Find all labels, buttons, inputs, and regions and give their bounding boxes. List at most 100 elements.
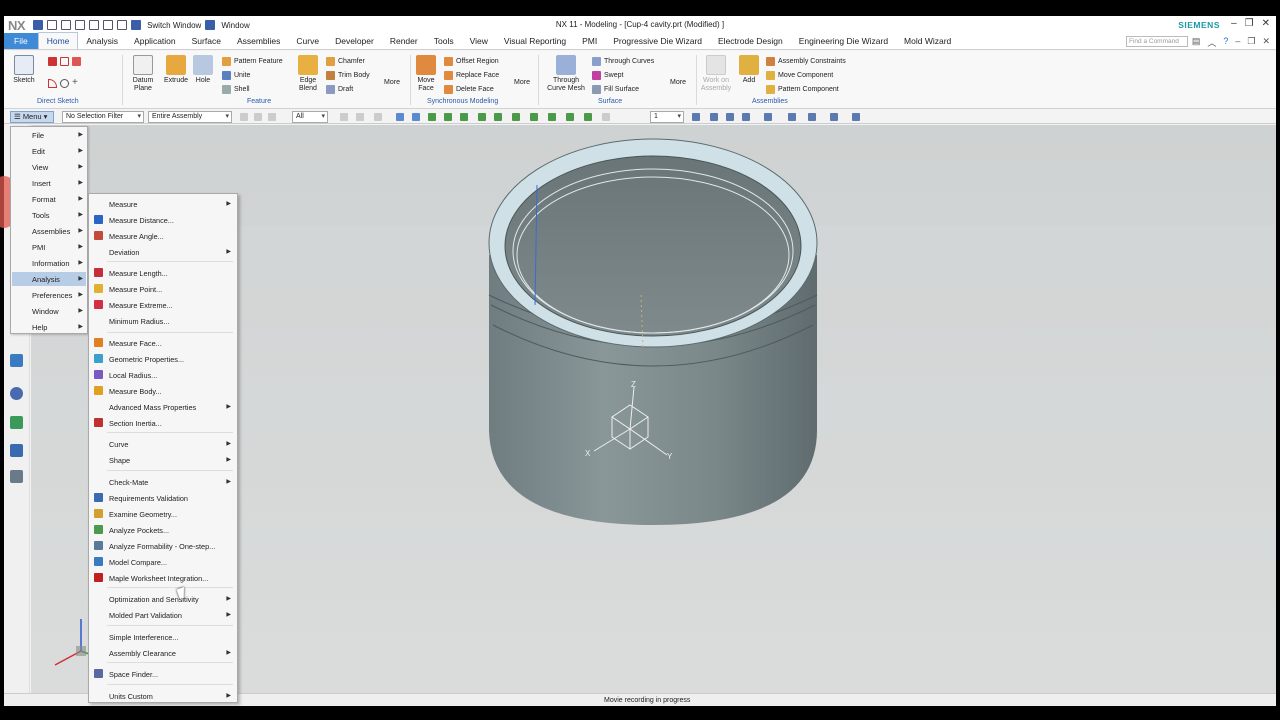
doc-restore-icon[interactable]: ❐ (1247, 36, 1255, 49)
draft-button[interactable]: Draft (326, 85, 353, 94)
select-icon[interactable] (254, 113, 262, 121)
analysis-item-measure-length[interactable]: Measure Length... (90, 266, 236, 280)
pattern-component-button[interactable]: Pattern Component (766, 85, 839, 94)
analysis-item-check-mate[interactable]: Check-Mate ▶ (90, 475, 236, 489)
analysis-item-measure-distance[interactable]: Measure Distance... (90, 213, 236, 227)
window-icon[interactable] (205, 20, 216, 30)
menu-window[interactable]: Window ▶ (12, 304, 86, 318)
deselect-all-icon[interactable] (240, 113, 248, 121)
profile-icon[interactable] (48, 57, 57, 66)
tab-pmi[interactable]: PMI (574, 36, 605, 49)
analysis-item-local-radius[interactable]: Local Radius... (90, 368, 236, 382)
menu-help[interactable]: Help ▶ (12, 320, 86, 334)
analysis-item-measure-body[interactable]: Measure Body... (90, 384, 236, 398)
tab-engineering-die-wizard[interactable]: Engineering Die Wizard (791, 36, 896, 49)
filter-icon[interactable] (268, 113, 276, 121)
minimize-icon[interactable]: – (1231, 18, 1237, 29)
line-icon[interactable] (72, 57, 81, 66)
history-icon[interactable] (10, 387, 23, 400)
rotate-icon[interactable] (726, 113, 734, 121)
analysis-item-model-compare[interactable]: Model Compare... (90, 555, 236, 569)
menu-pmi[interactable]: PMI ▶ (12, 240, 86, 254)
save-icon[interactable] (33, 20, 44, 30)
reuse-library-icon[interactable] (10, 444, 23, 457)
snap-settings-icon[interactable] (602, 113, 610, 121)
redo-icon[interactable] (61, 20, 72, 30)
selection-filter-dropdown[interactable]: No Selection Filter (62, 111, 144, 123)
menu-format[interactable]: Format ▶ (12, 192, 86, 206)
menu-file[interactable]: File ▶ (12, 128, 86, 142)
analysis-item-analyze-formability-one-step[interactable]: Analyze Formability - One-step... (90, 539, 236, 553)
collapse-ribbon-icon[interactable]: ︿ (1207, 36, 1216, 49)
snap-icon[interactable] (340, 113, 348, 121)
analysis-item-section-inertia[interactable]: Section Inertia... (90, 416, 236, 430)
trim-body-button[interactable]: Trim Body (326, 71, 370, 80)
analysis-item-space-finder[interactable]: Space Finder... (90, 667, 236, 681)
doc-close-icon[interactable]: ✕ (1262, 36, 1270, 49)
replace-face-button[interactable]: Replace Face (444, 71, 499, 80)
tab-surface[interactable]: Surface (184, 36, 229, 49)
body-select-icon[interactable] (412, 113, 420, 121)
quadrant-icon[interactable] (530, 113, 538, 121)
ribbon-options-icon[interactable]: ▤ (1192, 36, 1201, 49)
existing-point-icon[interactable] (548, 113, 556, 121)
sketch-tools-row2[interactable]: + (48, 78, 81, 88)
window-dropdown[interactable]: Window (221, 21, 249, 30)
fit-icon[interactable] (692, 113, 700, 121)
sketch-button[interactable]: Sketch (10, 55, 38, 85)
undo-icon[interactable] (47, 20, 58, 30)
intersection-icon[interactable] (494, 113, 502, 121)
point-on-curve-icon[interactable] (566, 113, 574, 121)
add-component-button[interactable]: Add (738, 55, 760, 85)
copy-icon[interactable] (89, 20, 100, 30)
paste-icon[interactable] (103, 20, 114, 30)
orient-view-icon[interactable] (764, 113, 772, 121)
analysis-item-deviation[interactable]: Deviation ▶ (90, 245, 236, 259)
tab-tools[interactable]: Tools (426, 36, 462, 49)
analysis-item-requirements-validation[interactable]: Requirements Validation (90, 491, 236, 505)
tab-analysis[interactable]: Analysis (78, 36, 126, 49)
sync-more-button[interactable]: More (512, 79, 532, 87)
analysis-item-analyze-pockets[interactable]: Analyze Pockets... (90, 523, 236, 537)
swept-button[interactable]: Swept (592, 71, 623, 80)
close-icon[interactable]: ✕ (1262, 18, 1270, 29)
analysis-item-simple-interference[interactable]: Simple Interference... (90, 630, 236, 644)
unite-button[interactable]: Unite (222, 71, 250, 80)
face-select-icon[interactable] (396, 113, 404, 121)
tab-visual-reporting[interactable]: Visual Reporting (496, 36, 574, 49)
delete-face-button[interactable]: Delete Face (444, 85, 494, 94)
analysis-item-advanced-mass-properties[interactable]: Advanced Mass Properties ▶ (90, 400, 236, 414)
move-face-button[interactable]: Move Face (414, 55, 438, 93)
end-point-icon[interactable] (444, 113, 452, 121)
control-point-icon[interactable] (478, 113, 486, 121)
feature-more-button[interactable]: More (382, 79, 402, 87)
point-on-surface-icon[interactable] (584, 113, 592, 121)
tab-home[interactable]: Home (37, 32, 79, 49)
web-browser-icon[interactable] (10, 354, 23, 367)
through-curve-mesh-button[interactable]: Through Curve Mesh (544, 55, 588, 93)
through-curves-button[interactable]: Through Curves (592, 57, 654, 66)
analysis-item-optimization-and-sensitivity[interactable]: Optimization and Sensitivity ▶ (90, 592, 236, 606)
tab-mold-wizard[interactable]: Mold Wizard (896, 36, 959, 49)
mid-point-icon[interactable] (460, 113, 468, 121)
tab-electrode-design[interactable]: Electrode Design (710, 36, 791, 49)
extrude-button[interactable]: Extrude (162, 55, 190, 85)
analysis-item-maple-worksheet-integration[interactable]: Maple Worksheet Integration... (90, 571, 236, 585)
analysis-item-units-custom[interactable]: Units Custom ▶ (90, 689, 236, 703)
process-studio-icon[interactable] (10, 416, 23, 429)
datum-plane-button[interactable]: Datum Plane (128, 55, 158, 93)
analysis-item-minimum-radius[interactable]: Minimum Radius... (90, 314, 236, 328)
tab-assemblies[interactable]: Assemblies (229, 36, 288, 49)
analysis-item-molded-part-validation[interactable]: Molded Part Validation ▶ (90, 608, 236, 622)
snap-2-icon[interactable] (356, 113, 364, 121)
analysis-item-shape[interactable]: Shape ▶ (90, 453, 236, 467)
fill-surface-button[interactable]: Fill Surface (592, 85, 639, 94)
edge-blend-button[interactable]: Edge Blend (294, 55, 322, 93)
assembly-scope-dropdown[interactable]: Entire Assembly (148, 111, 232, 123)
edit-section-icon[interactable] (808, 113, 816, 121)
analysis-item-measure-point[interactable]: Measure Point... (90, 282, 236, 296)
analysis-item-curve[interactable]: Curve ▶ (90, 437, 236, 451)
tab-progressive-die-wizard[interactable]: Progressive Die Wizard (605, 36, 710, 49)
analysis-item-geometric-properties[interactable]: Geometric Properties... (90, 352, 236, 366)
menu-analysis[interactable]: Analysis ▶ (12, 272, 86, 286)
